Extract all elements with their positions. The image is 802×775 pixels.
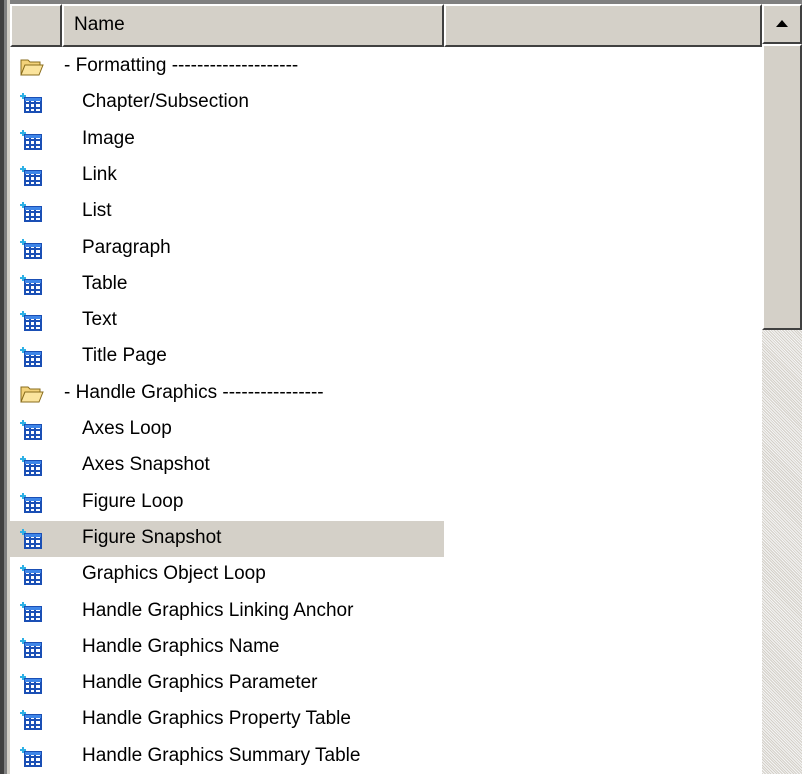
item-label: Graphics Object Loop <box>82 563 266 585</box>
list-item[interactable]: Figure Snapshot <box>10 520 762 557</box>
column-header-icon[interactable] <box>10 4 62 47</box>
item-label: Handle Graphics Parameter <box>82 672 318 694</box>
scroll-up-button[interactable] <box>762 4 802 44</box>
item-label: Handle Graphics Linking Anchor <box>82 599 354 621</box>
item-label: Handle Graphics Summary Table <box>82 744 361 766</box>
component-grid-icon <box>20 528 44 550</box>
component-grid-icon <box>20 601 44 623</box>
item-label: Figure Loop <box>82 490 184 512</box>
list-item[interactable]: Image <box>10 122 762 158</box>
list-item[interactable]: Link <box>10 158 762 194</box>
component-grid-icon <box>20 673 44 695</box>
component-grid-icon <box>20 419 44 441</box>
component-grid-icon <box>20 492 44 514</box>
list-item[interactable]: Axes Loop <box>10 412 762 448</box>
component-grid-icon <box>20 637 44 659</box>
folder-row[interactable]: - Formatting -------------------- <box>10 49 762 85</box>
column-header-name-label: Name <box>74 14 125 35</box>
component-grid-icon <box>20 165 44 187</box>
list-item[interactable]: Figure Loop <box>10 485 762 521</box>
column-header-extra[interactable] <box>444 4 762 47</box>
scrollbar-thumb[interactable] <box>762 44 802 330</box>
list-item[interactable]: Title Page <box>10 339 762 375</box>
column-header-name[interactable]: Name <box>62 4 444 47</box>
item-label: Axes Loop <box>82 418 172 439</box>
list-item[interactable]: Handle Graphics Summary Table <box>10 739 762 775</box>
item-label: Table <box>82 272 128 294</box>
list-item[interactable]: Axes Snapshot <box>10 448 762 484</box>
selection-highlight <box>10 520 444 557</box>
list-item[interactable]: Handle Graphics Parameter <box>10 666 762 702</box>
list-item[interactable]: Paragraph <box>10 231 762 267</box>
item-label: Title Page <box>82 345 167 367</box>
component-grid-icon <box>20 346 44 368</box>
item-label: Image <box>82 127 135 149</box>
component-grid-icon <box>20 709 44 731</box>
component-grid-icon <box>20 238 44 260</box>
up-arrow-icon <box>776 20 788 27</box>
folder-row[interactable]: - Handle Graphics ---------------- <box>10 376 762 412</box>
component-list-panel: Name - Formatting -------------------- Ch… <box>0 0 802 774</box>
item-label: Axes Snapshot <box>82 454 210 476</box>
list-item[interactable]: Table <box>10 267 762 303</box>
component-grid-icon <box>20 274 44 296</box>
list-item[interactable]: Text <box>10 303 762 339</box>
list-item[interactable]: Handle Graphics Name <box>10 630 762 666</box>
item-label: Paragraph <box>82 236 171 258</box>
item-label: Figure Snapshot <box>82 526 222 548</box>
component-grid-icon <box>20 746 44 768</box>
component-grid-icon <box>20 564 44 586</box>
item-label: Handle Graphics Name <box>82 635 280 657</box>
folder-icon <box>20 383 44 405</box>
list-item[interactable]: Graphics Object Loop <box>10 557 762 593</box>
item-label: - Handle Graphics ---------------- <box>64 381 324 403</box>
item-label: - Formatting -------------------- <box>64 55 299 76</box>
list-item[interactable]: List <box>10 194 762 230</box>
item-label: Chapter/Subsection <box>82 91 249 113</box>
component-list: - Formatting -------------------- Chapter… <box>10 49 762 774</box>
component-grid-icon <box>20 92 44 114</box>
folder-icon <box>20 56 44 78</box>
component-grid-icon <box>20 455 44 477</box>
list-item[interactable]: Handle Graphics Linking Anchor <box>10 594 762 630</box>
list-item[interactable]: Handle Graphics Property Table <box>10 702 762 738</box>
component-grid-icon <box>20 310 44 332</box>
component-grid-icon <box>20 201 44 223</box>
item-label: Text <box>82 309 117 331</box>
item-label: Handle Graphics Property Table <box>82 708 351 730</box>
component-grid-icon <box>20 129 44 151</box>
item-label: List <box>82 200 112 222</box>
list-item[interactable]: Chapter/Subsection <box>10 85 762 121</box>
item-label: Link <box>82 163 117 185</box>
